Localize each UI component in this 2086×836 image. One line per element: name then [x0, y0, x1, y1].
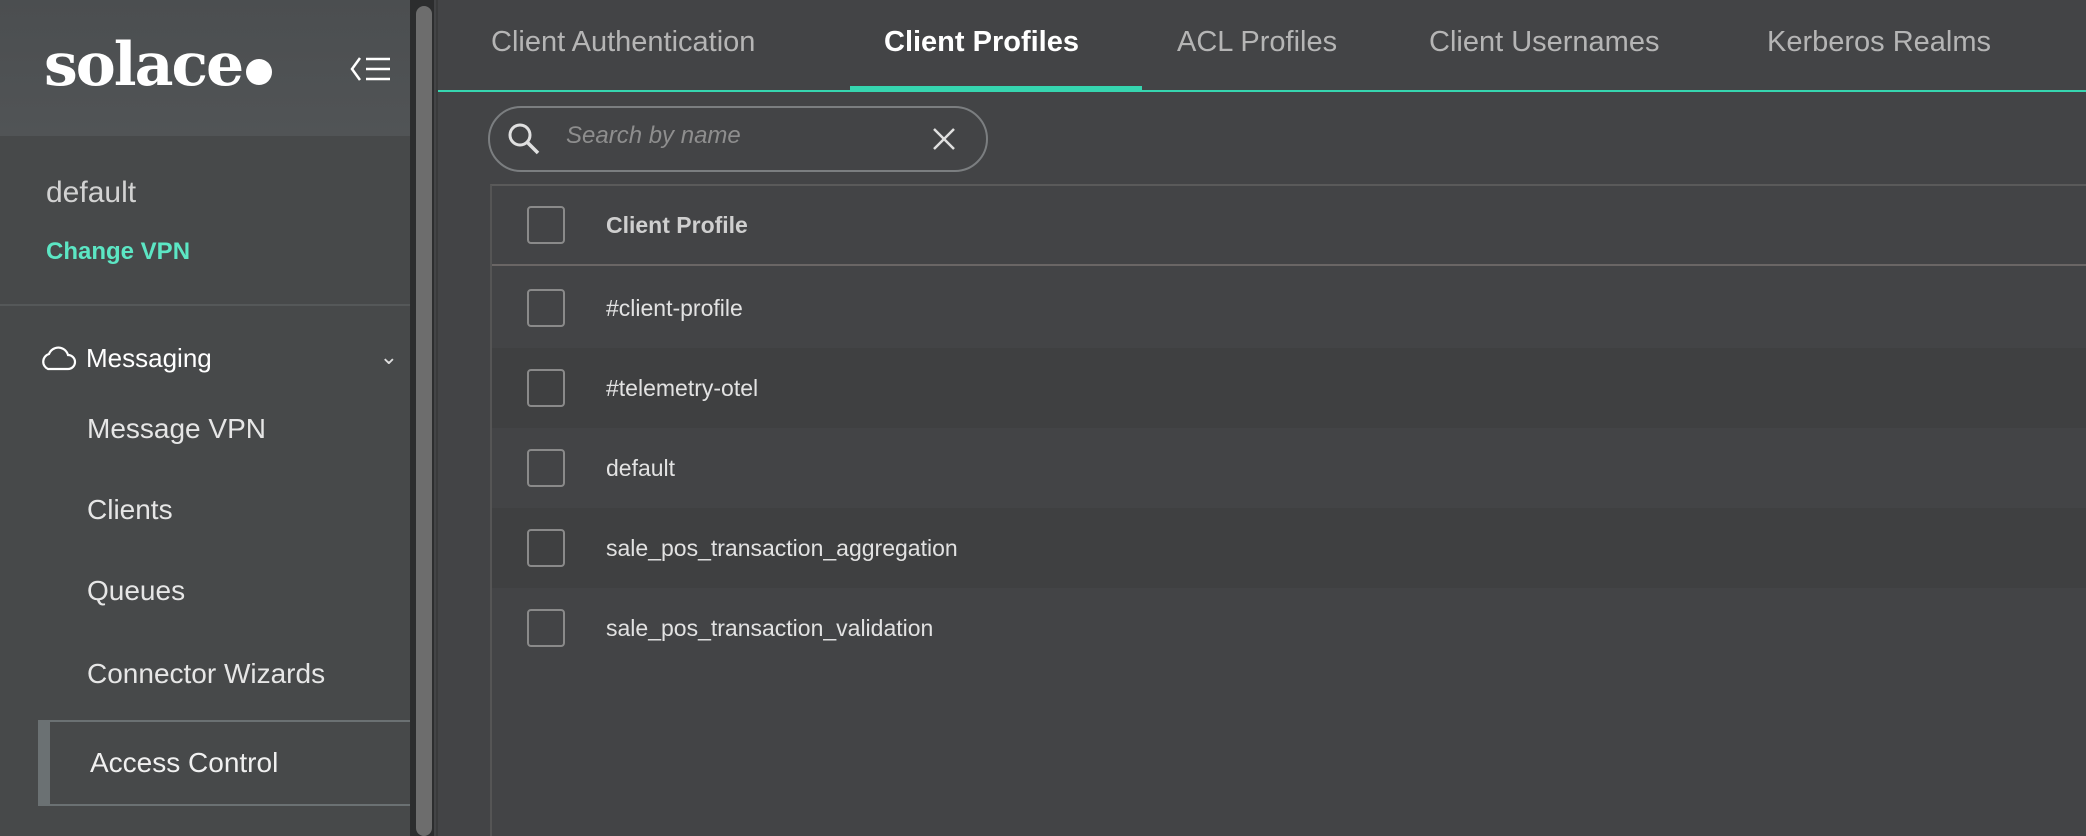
client-profile-name[interactable]: #telemetry-otel	[606, 375, 758, 402]
column-header-client-profile[interactable]: Client Profile	[606, 212, 748, 239]
client-profile-name[interactable]: sale_pos_transaction_validation	[606, 615, 933, 642]
search-box[interactable]	[488, 106, 988, 172]
clear-search-icon[interactable]	[930, 125, 958, 153]
client-profile-name[interactable]: default	[606, 455, 675, 482]
sidebar-scrollbar-thumb[interactable]	[416, 6, 432, 836]
tab-bar: Client Authentication Client Profiles AC…	[438, 0, 2086, 92]
tab-kerberos-realms[interactable]: Kerberos Realms	[1767, 26, 1991, 59]
client-profile-name[interactable]: #client-profile	[606, 295, 743, 322]
table-row[interactable]: sale_pos_transaction_aggregation	[492, 508, 2086, 588]
nav-section-messaging[interactable]: Messaging ⌄	[38, 338, 408, 378]
nav-item-access-control[interactable]: Access Control	[38, 720, 410, 806]
collapse-sidebar-icon[interactable]	[350, 54, 392, 84]
sidebar: solace default Change VPN Messaging ⌄ Me…	[0, 0, 410, 836]
change-vpn-link[interactable]: Change VPN	[46, 238, 190, 266]
nav-item-connector-wizards[interactable]: Connector Wizards	[87, 658, 325, 690]
nav-item-queues[interactable]: Queues	[87, 575, 185, 607]
row-checkbox[interactable]	[527, 369, 565, 407]
nav-item-message-vpn[interactable]: Message VPN	[87, 413, 266, 445]
table-row[interactable]: #client-profile	[492, 268, 2086, 348]
active-tab-indicator	[850, 86, 1142, 90]
search-icon	[508, 123, 540, 155]
current-vpn-name: default	[46, 176, 137, 209]
table-header-row: Client Profile	[492, 186, 2086, 266]
divider	[0, 304, 410, 306]
divider	[436, 0, 438, 836]
logo-header: solace	[0, 0, 410, 136]
client-profiles-table: Client Profile #client-profile #telemetr…	[490, 184, 2086, 836]
solace-logo: solace	[44, 30, 273, 100]
tab-acl-profiles[interactable]: ACL Profiles	[1177, 26, 1337, 59]
table-row[interactable]: default	[492, 428, 2086, 508]
nav-section-label: Messaging	[86, 342, 212, 373]
row-checkbox[interactable]	[527, 609, 565, 647]
client-profile-name[interactable]: sale_pos_transaction_aggregation	[606, 535, 958, 562]
cloud-icon	[42, 346, 77, 371]
chevron-down-icon[interactable]: ⌄	[380, 344, 398, 370]
row-checkbox[interactable]	[527, 449, 565, 487]
table-row[interactable]: sale_pos_transaction_validation	[492, 588, 2086, 668]
table-row[interactable]: #telemetry-otel	[492, 348, 2086, 428]
search-input[interactable]	[566, 122, 906, 150]
tab-client-usernames[interactable]: Client Usernames	[1429, 26, 1659, 59]
select-all-checkbox[interactable]	[527, 206, 565, 244]
row-checkbox[interactable]	[527, 529, 565, 567]
row-checkbox[interactable]	[527, 289, 565, 327]
tab-client-profiles[interactable]: Client Profiles	[884, 26, 1079, 59]
tab-client-authentication[interactable]: Client Authentication	[491, 26, 755, 59]
nav-item-clients[interactable]: Clients	[87, 494, 173, 526]
